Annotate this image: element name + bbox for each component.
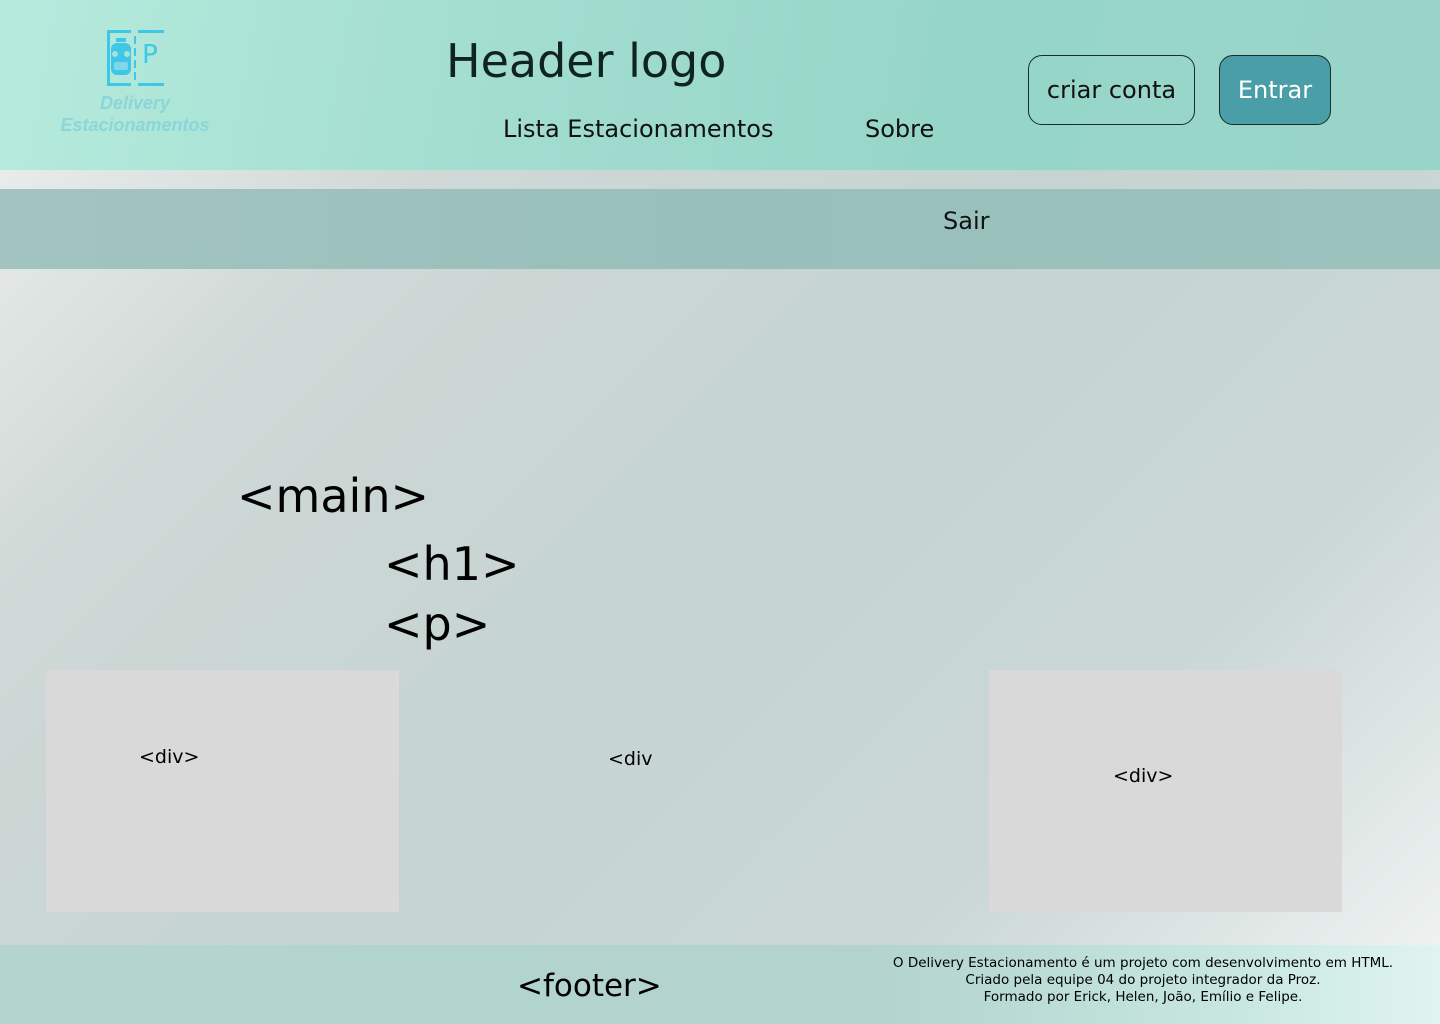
paragraph-placeholder: <p> [384,597,491,651]
content-card-left [46,670,399,912]
card-right-label: <div> [1113,765,1174,787]
main-section-label: <main> [237,469,430,523]
parking-logo-icon: P [107,30,164,86]
nav-link-lista-estacionamentos[interactable]: Lista Estacionamentos [503,114,774,144]
sub-navigation-bar [0,189,1440,269]
footer-tag-label: <footer> [517,968,662,1004]
header-title: Header logo [446,34,727,88]
footer-info-line: O Delivery Estacionamento é um projeto c… [892,955,1394,971]
brand-name-line2: Estacionamentos [60,115,210,135]
brand-logo[interactable]: P Delivery Estacionamentos [50,26,220,146]
logout-link[interactable]: Sair [943,206,989,236]
card-middle-label: <div [608,748,653,770]
create-account-button[interactable]: criar conta [1028,55,1195,125]
content-card-right [989,670,1342,912]
login-button[interactable]: Entrar [1219,55,1331,125]
footer-info: O Delivery Estacionamento é um projeto c… [890,955,1396,1006]
brand-name: Delivery Estacionamentos [50,92,220,136]
footer-info-line: Formado por Erick, Helen, João, Emílio e… [983,989,1303,1005]
footer-info-line: Criado pela equipe 04 do projeto integra… [965,972,1321,988]
nav-link-sobre[interactable]: Sobre [865,114,934,144]
brand-name-line1: Delivery [99,93,171,113]
site-header: P Delivery Estacionamentos Header logo L… [0,0,1440,170]
h1-placeholder: <h1> [384,537,520,591]
card-left-label: <div> [139,746,200,768]
logo-letter: P [142,40,158,70]
